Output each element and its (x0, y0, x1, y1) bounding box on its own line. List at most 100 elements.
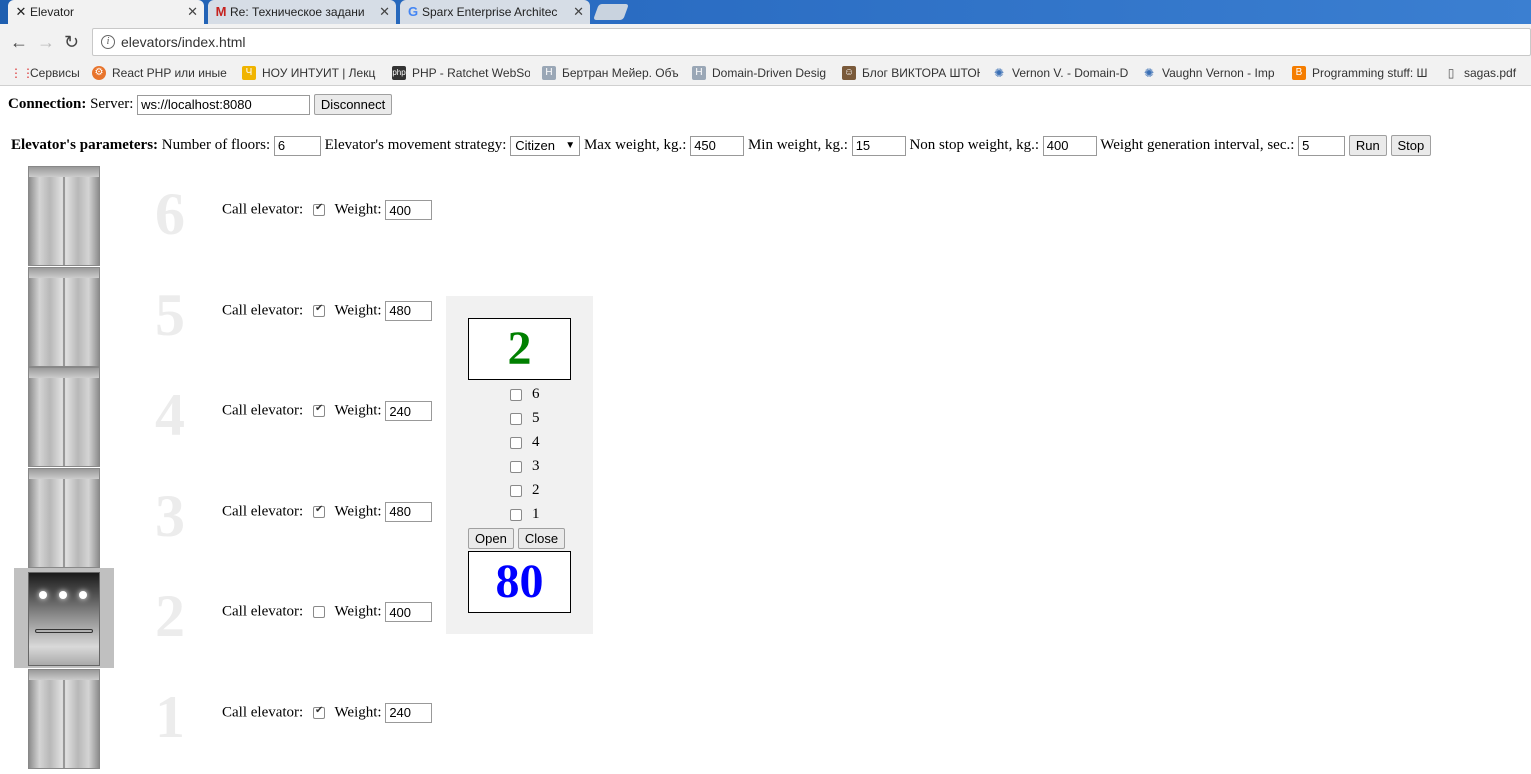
bookmark-vernon-d[interactable]: ✺ Vernon V. - Domain-D (992, 64, 1130, 82)
floor-button-checkbox[interactable] (510, 436, 522, 449)
cabin-weight-display: 80 (468, 551, 571, 613)
h-page-icon: H (542, 66, 556, 80)
call-elevator-checkbox[interactable] (312, 303, 325, 317)
floor-row: 5 Call elevator: Weight: (0, 266, 450, 367)
floor-number: 1 (155, 683, 185, 750)
bookmark-label: Domain-Driven Desig (712, 66, 827, 80)
cabin-handrail (35, 629, 93, 633)
parameters-row: Elevator's parameters: Number of floors:… (11, 135, 1432, 156)
floor-weight-input[interactable] (385, 501, 433, 522)
tab-elevator[interactable]: ✕ Elevator ✕ (8, 0, 204, 24)
min-weight-input[interactable] (851, 135, 906, 156)
tab-sparx[interactable]: G Sparx Enterprise Architec ✕ (400, 0, 590, 24)
floor-weight-input[interactable] (385, 602, 433, 622)
gmail-icon: M (215, 4, 227, 19)
cabin-interior (28, 572, 100, 666)
current-floor-value: 2 (507, 322, 532, 375)
floor-weight-input[interactable] (385, 702, 433, 723)
bookmark-shton[interactable]: ☺ Блог ВИКТОРА ШТОН (842, 64, 980, 82)
bookmark-ddd[interactable]: H Domain-Driven Desig (692, 64, 830, 82)
floor-weight-input[interactable] (385, 200, 433, 220)
floor-button-row: 5 (468, 408, 540, 428)
cabin-light-icon (59, 591, 67, 599)
call-label: Call elevator: (222, 703, 304, 720)
open-door-button[interactable]: Open (468, 528, 514, 549)
apps-grid-icon: ⋮⋮ (10, 66, 34, 80)
bookmark-label: Vaughn Vernon - Imp (1162, 66, 1275, 80)
document-icon: ▯ (1447, 66, 1455, 80)
stop-button[interactable]: Stop (1390, 135, 1432, 156)
strategy-value: Citizen (515, 137, 555, 153)
call-elevator-checkbox[interactable] (312, 403, 325, 417)
bookmarks-bar: ⋮⋮ Сервисы ⚙ React PHP или иные Ч НОУ ИН… (0, 60, 1531, 86)
run-button[interactable]: Run (1348, 135, 1387, 156)
url-text: elevators/index.html (121, 34, 246, 50)
floors-input[interactable] (273, 135, 321, 156)
reload-icon[interactable]: ↻ (64, 32, 79, 52)
dropdown-arrow-icon: ▼ (565, 139, 576, 151)
call-elevator-checkbox[interactable] (312, 705, 325, 719)
floor-button-label: 4 (532, 434, 540, 450)
close-icon[interactable]: ✕ (379, 0, 390, 24)
bookmark-label: НОУ ИНТУИТ | Лекц (262, 66, 376, 80)
back-arrow-icon[interactable]: ← (10, 32, 28, 52)
bookmark-programming-stuff[interactable]: B Programming stuff: Ш (1292, 64, 1434, 82)
door-buttons: Open Close (468, 528, 566, 549)
call-elevator-checkbox[interactable] (312, 202, 325, 216)
bookmark-label: Сервисы (30, 66, 80, 80)
call-label: Call elevator: (222, 201, 304, 218)
tab-gmail[interactable]: M Re: Техническое задани ✕ (208, 0, 396, 24)
bookmark-intuit[interactable]: Ч НОУ ИНТУИТ | Лекц (242, 64, 380, 82)
address-bar[interactable]: i elevators/index.html (92, 28, 1531, 56)
floor-button-checkbox[interactable] (510, 484, 522, 497)
strategy-label: Elevator's movement strategy: (324, 136, 507, 153)
door-frame (29, 669, 99, 680)
bookmark-vernon-imp[interactable]: ✺ Vaughn Vernon - Imp (1142, 64, 1280, 82)
floor-button-checkbox[interactable] (510, 460, 522, 473)
floor-button-checkbox[interactable] (510, 412, 522, 425)
call-elevator-checkbox[interactable] (312, 504, 325, 518)
avatar-icon: ☺ (842, 66, 856, 80)
close-icon[interactable]: ✕ (187, 0, 198, 24)
floor-weight-input[interactable] (385, 401, 433, 421)
max-weight-input[interactable] (690, 135, 745, 156)
info-icon[interactable]: i (101, 35, 115, 49)
bookmark-ratchet[interactable]: php PHP - Ratchet WebSo (392, 64, 530, 82)
floor-button-row: 6 (468, 384, 540, 404)
connection-label: Connection: (8, 95, 87, 112)
torrent-icon: ✺ (993, 66, 1005, 80)
bookmark-reactphp[interactable]: ⚙ React PHP или иные (92, 64, 232, 82)
weight-label: Weight: (334, 703, 382, 720)
call-elevator-control: Call elevator: Weight: (222, 501, 433, 522)
close-icon[interactable]: ✕ (573, 0, 584, 24)
server-label: Server: (90, 95, 134, 112)
bookmark-label: Vernon V. - Domain-D (1012, 66, 1129, 80)
floor-row: 3 Call elevator: Weight: (0, 467, 450, 568)
server-input[interactable] (137, 94, 311, 115)
floor-weight-input[interactable] (385, 300, 433, 321)
new-tab-button[interactable] (593, 4, 629, 20)
disconnect-button[interactable]: Disconnect (313, 94, 393, 115)
forward-arrow-icon[interactable]: → (37, 32, 55, 52)
bookmark-services[interactable]: ⋮⋮ Сервисы (10, 64, 82, 82)
bookmark-meyer[interactable]: H Бертран Мейер. Объ (542, 64, 680, 82)
bookmark-sagas[interactable]: ▯ sagas.pdf (1444, 64, 1524, 82)
bookmark-label: React PHP или иные (112, 66, 227, 80)
tab-title: Re: Техническое задани (230, 5, 365, 19)
floor-row: 4 Call elevator: Weight: (0, 367, 450, 467)
call-elevator-checkbox[interactable] (312, 606, 325, 618)
weight-label: Weight: (334, 201, 382, 218)
floor-button-checkbox[interactable] (510, 508, 522, 521)
call-elevator-control: Call elevator: Weight: (222, 401, 433, 421)
interval-input[interactable] (1298, 135, 1346, 156)
weight-label: Weight: (334, 502, 382, 519)
cabin-control-panel: 2 6 5 4 3 2 1 Open Close 80 (446, 296, 593, 634)
nonstop-weight-input[interactable] (1042, 135, 1097, 156)
cabin-light-icon (79, 591, 87, 599)
close-door-button[interactable]: Close (517, 528, 566, 549)
floor-row: 2 Call elevator: Weight: (0, 568, 450, 668)
floor-button-checkbox[interactable] (510, 388, 522, 401)
interval-label: Weight generation interval, sec.: (1100, 136, 1295, 153)
floor-number: 3 (155, 482, 185, 549)
strategy-select[interactable]: Citizen ▼ (510, 135, 581, 156)
